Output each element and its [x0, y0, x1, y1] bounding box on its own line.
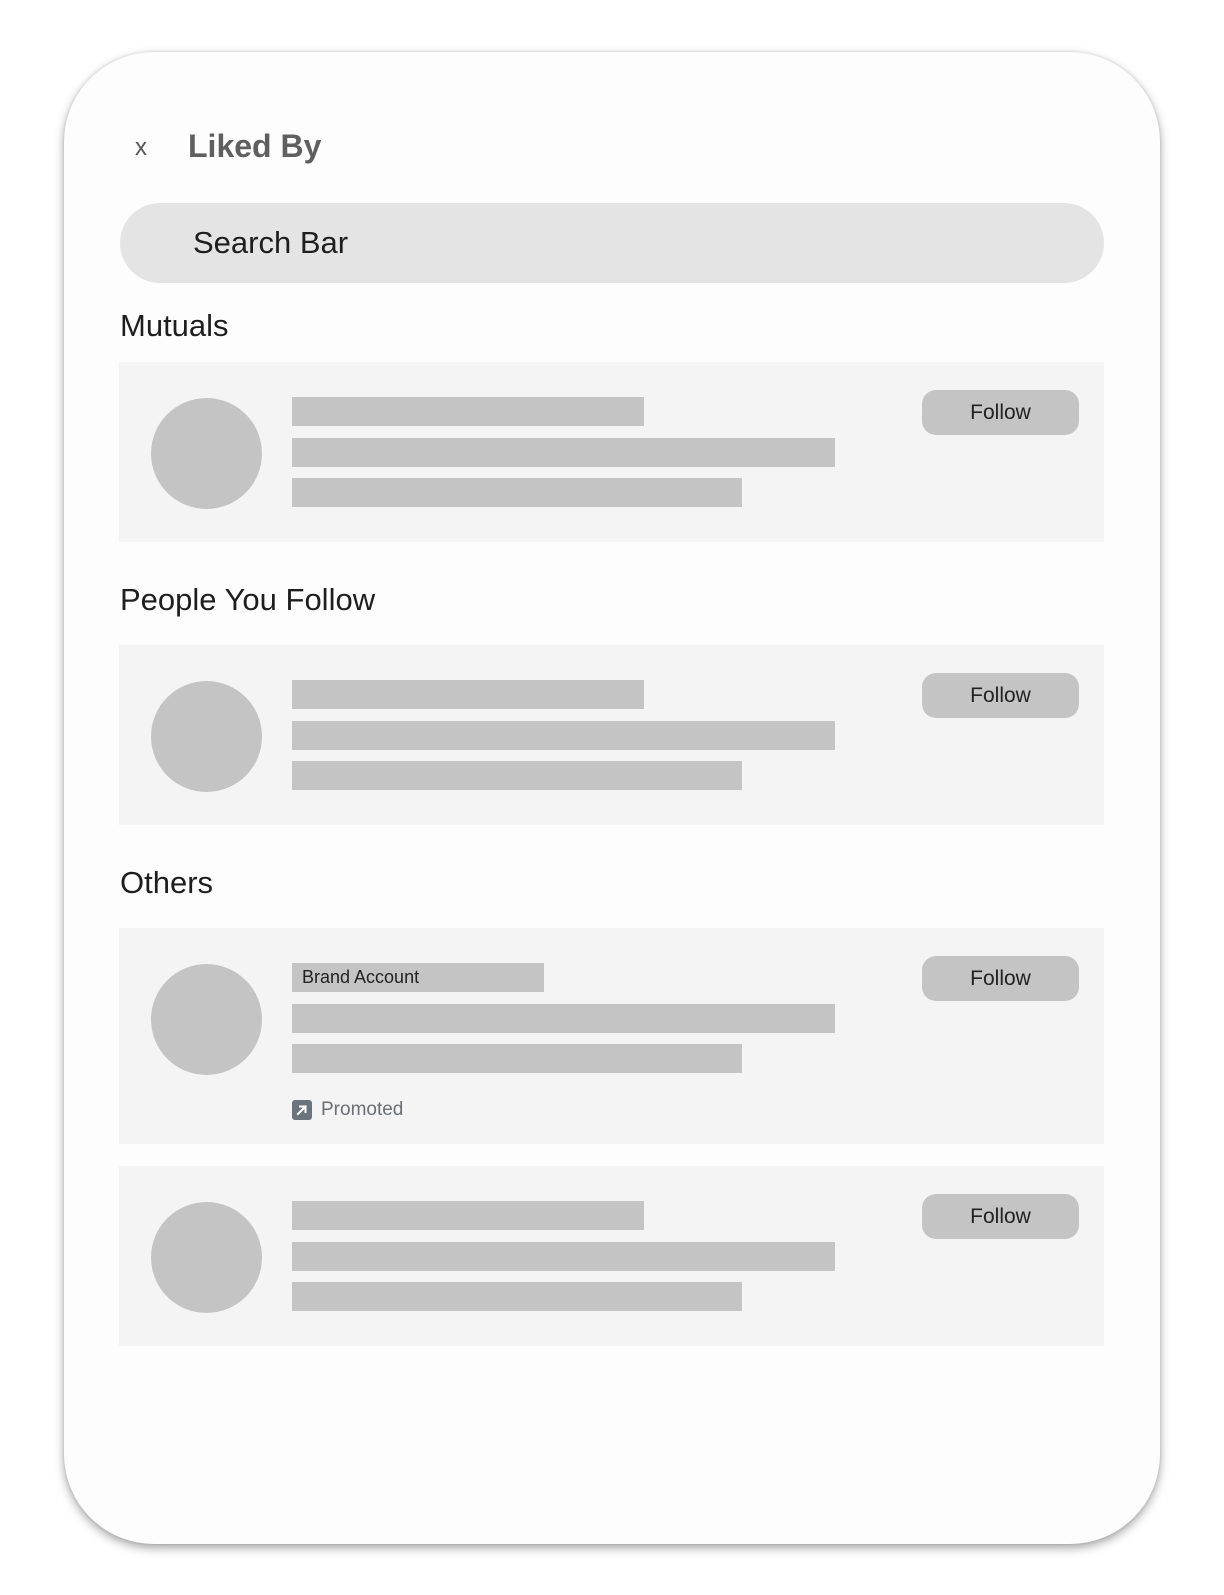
follow-button[interactable]: Follow [922, 673, 1079, 718]
name-placeholder [292, 397, 644, 426]
follow-button[interactable]: Follow [922, 1194, 1079, 1239]
bio-placeholder [292, 1044, 742, 1073]
name-placeholder [292, 680, 644, 709]
list-item[interactable]: Brand Account Promoted Follow [119, 928, 1104, 1144]
follow-button[interactable]: Follow [922, 956, 1079, 1001]
bio-placeholder [292, 1282, 742, 1311]
handle-placeholder [292, 438, 835, 467]
section-title-people-you-follow: People You Follow [120, 582, 376, 617]
avatar [151, 398, 262, 509]
promoted-label: Promoted [292, 1098, 403, 1122]
list-item[interactable]: Follow [119, 1166, 1104, 1346]
section-title-mutuals: Mutuals [120, 308, 229, 343]
arrow-up-right-icon [292, 1100, 312, 1120]
bio-placeholder [292, 478, 742, 507]
brand-account-badge: Brand Account [292, 963, 544, 992]
handle-placeholder [292, 1004, 835, 1033]
handle-placeholder [292, 1242, 835, 1271]
list-item[interactable]: Follow [119, 362, 1104, 542]
handle-placeholder [292, 721, 835, 750]
list-item[interactable]: Follow [119, 645, 1104, 825]
panel-title: Liked By [188, 128, 322, 164]
avatar [151, 1202, 262, 1313]
close-button[interactable]: x [131, 132, 151, 164]
search-input[interactable]: Search Bar [120, 203, 1104, 283]
avatar [151, 964, 262, 1075]
section-title-others: Others [120, 865, 214, 900]
bio-placeholder [292, 761, 742, 790]
follow-button[interactable]: Follow [922, 390, 1079, 435]
promoted-text: Promoted [321, 1099, 404, 1120]
avatar [151, 681, 262, 792]
name-placeholder [292, 1201, 644, 1230]
